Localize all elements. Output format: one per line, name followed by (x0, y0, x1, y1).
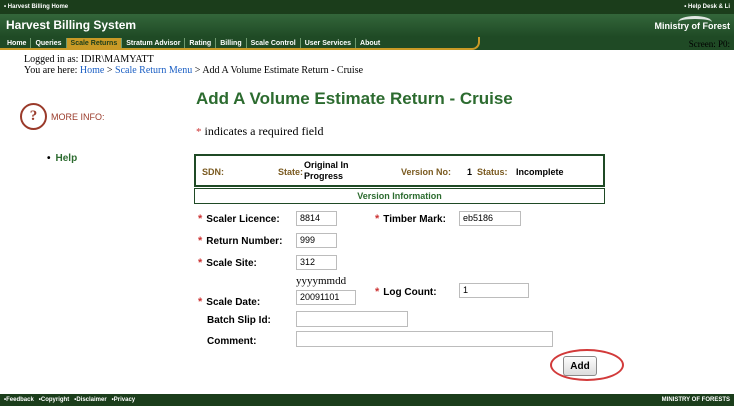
nav-about[interactable]: About (356, 38, 384, 49)
brand-bar: Harvest Billing System Ministry of Fores… (0, 14, 734, 37)
comment-input[interactable] (296, 331, 553, 347)
return-number-input[interactable]: 999 (296, 233, 337, 248)
footer-ministry: MINISTRY OF FORESTS (661, 397, 730, 403)
more-info-section: ? MORE INFO: (20, 103, 105, 130)
app-title: Harvest Billing System (6, 18, 137, 32)
scaler-licence-input[interactable]: 8814 (296, 211, 337, 226)
breadcrumb-separator: > (194, 65, 201, 76)
required-marker: * (198, 213, 203, 225)
batch-slip-id-label: Batch Slip Id: (207, 315, 271, 326)
help-desk-link[interactable]: • Help Desk & Li (684, 4, 730, 10)
breadcrumb: You are here: Home > Scale Return Menu >… (24, 65, 363, 76)
footer-privacy-link[interactable]: •Privacy (112, 397, 135, 403)
scale-site-label: * Scale Site: (198, 257, 257, 269)
required-marker: * (196, 126, 202, 138)
batch-slip-id-input[interactable] (296, 311, 408, 327)
footer-links: •Feedback •Copyright •Disclaimer •Privac… (4, 397, 140, 403)
breadcrumb-prefix: You are here: (24, 65, 78, 76)
breadcrumb-current: Add A Volume Estimate Return - Cruise (202, 65, 364, 76)
more-info-label: MORE INFO: (51, 111, 105, 122)
main-navigation: Home Queries Scale Returns Stratum Advis… (0, 37, 734, 50)
nav-home[interactable]: Home (3, 38, 32, 49)
info-icon: ? (20, 103, 47, 130)
required-field-note: * indicates a required field (196, 124, 323, 139)
sdn-label: SDN: (202, 167, 224, 177)
required-marker: * (375, 286, 380, 298)
breadcrumb-separator: > (106, 65, 113, 76)
breadcrumb-home-link[interactable]: Home (80, 65, 104, 76)
scale-site-input[interactable]: 312 (296, 255, 337, 270)
version-no-label: Version No: (401, 167, 452, 177)
add-button[interactable]: Add (563, 356, 597, 376)
return-status-box: SDN: State: Original In Progress Version… (194, 154, 605, 187)
timber-mark-label: * Timber Mark: (375, 213, 446, 225)
log-count-label: * Log Count: (375, 286, 437, 298)
nav-menu: Home Queries Scale Returns Stratum Advis… (0, 37, 384, 50)
log-count-input[interactable]: 1 (459, 283, 529, 298)
screen-id-label: Screen: P0: (688, 39, 730, 49)
nav-stratum-advisor[interactable]: Stratum Advisor (122, 38, 186, 49)
footer-disclaimer-link[interactable]: •Disclaimer (74, 397, 106, 403)
state-value-line2: Progress (304, 171, 344, 181)
scale-date-label: * Scale Date: (198, 296, 261, 308)
scaler-licence-label: * Scaler Licence: (198, 213, 280, 225)
top-utility-bar: • Harvest Billing Home • Help Desk & Li (0, 0, 734, 14)
nav-rating[interactable]: Rating (185, 38, 217, 49)
nav-scale-returns[interactable]: Scale Returns (66, 38, 123, 49)
status-label: Status: (477, 167, 508, 177)
date-format-hint: yyyymmdd (296, 275, 347, 287)
comment-label: Comment: (207, 336, 257, 347)
nav-billing[interactable]: Billing (216, 38, 247, 49)
scale-date-input[interactable]: 20091101 (296, 290, 356, 305)
help-link[interactable]: Help (47, 153, 78, 164)
required-marker: * (198, 235, 203, 247)
version-no-value: 1 (467, 167, 473, 177)
required-marker: * (198, 296, 203, 308)
required-marker: * (198, 257, 203, 269)
required-marker: * (375, 213, 380, 225)
nav-queries[interactable]: Queries (31, 38, 67, 49)
ministry-name: Ministry of Forest (654, 21, 730, 31)
state-value-line1: Original In (304, 160, 349, 170)
state-label: State: (278, 167, 304, 177)
status-value: Incomplete (516, 167, 564, 177)
harvest-billing-home-link[interactable]: • Harvest Billing Home (4, 4, 68, 10)
return-number-label: * Return Number: (198, 235, 283, 247)
nav-scale-control[interactable]: Scale Control (247, 38, 301, 49)
footer: •Feedback •Copyright •Disclaimer •Privac… (0, 394, 734, 406)
breadcrumb-scale-return-menu-link[interactable]: Scale Return Menu (115, 65, 192, 76)
footer-feedback-link[interactable]: •Feedback (4, 397, 34, 403)
nav-user-services[interactable]: User Services (301, 38, 357, 49)
version-information-header: Version Information (194, 188, 605, 204)
required-note-text: indicates a required field (204, 124, 324, 138)
page-title: Add A Volume Estimate Return - Cruise (196, 89, 513, 108)
logged-in-user: Logged in as: IDIR\MAMYATT (24, 54, 154, 65)
timber-mark-input[interactable]: eb5186 (459, 211, 521, 226)
footer-copyright-link[interactable]: •Copyright (39, 397, 69, 403)
